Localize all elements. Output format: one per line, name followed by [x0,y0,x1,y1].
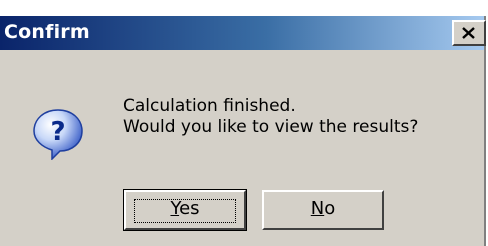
background-strip [0,0,488,16]
message-line-1: Calculation finished. [123,96,296,116]
confirm-dialog: Confirm ? Calculation finished. Would yo… [0,16,486,246]
question-icon: ? [33,109,83,160]
close-icon [462,27,475,39]
svg-text:?: ? [50,117,65,147]
message-line-2: Would you like to view the results? [123,117,419,137]
yes-button[interactable]: Yes [123,189,247,231]
close-button[interactable] [452,20,486,46]
message-text: Calculation finished. Would you like to … [123,96,418,138]
title-bar[interactable]: Confirm [0,16,486,50]
yes-button-label: Yes [170,198,200,219]
window-title: Confirm [4,21,90,43]
no-button-label: No [310,198,336,219]
no-button[interactable]: No [262,190,384,230]
